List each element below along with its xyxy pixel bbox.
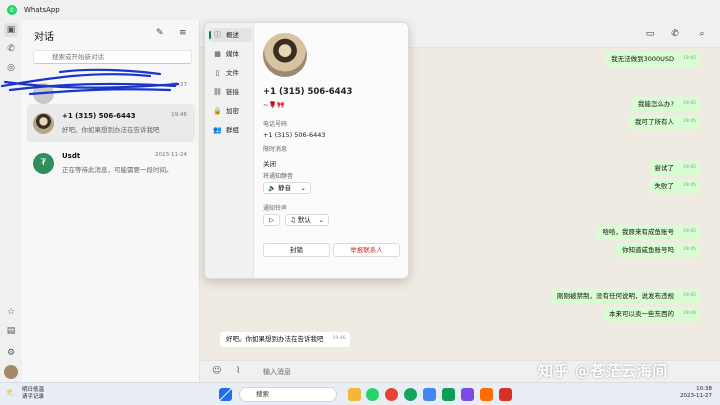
- group-icon: 👥: [213, 126, 222, 134]
- system-clock[interactable]: 10:38 2023-11-27: [680, 386, 712, 400]
- message-bubble-outgoing[interactable]: 刚刚被禁制，没有任何说明，说发布违规 19:45: [551, 289, 700, 304]
- app-icon[interactable]: [423, 388, 436, 401]
- whatsapp-logo-icon: ✆: [7, 5, 17, 15]
- app-icon[interactable]: [404, 388, 417, 401]
- chat-preview: 好吧。你如果想到办法在告诉我吧: [62, 126, 160, 134]
- message-bubble-outgoing[interactable]: 我可了所有人 19:45: [629, 115, 700, 130]
- tab-groups[interactable]: 👥 群组: [209, 123, 252, 137]
- message-bubble-outgoing[interactable]: 尝试了 19:45: [648, 161, 700, 176]
- play-icon: ▷: [269, 216, 274, 224]
- disappearing-value: 关闭: [263, 160, 276, 168]
- report-contact-button[interactable]: 举报联系人: [333, 243, 400, 257]
- chat-time: 2023-11-24: [155, 152, 187, 158]
- usdt-avatar-icon: ₮: [33, 153, 54, 174]
- file-explorer-icon[interactable]: [348, 388, 361, 401]
- app-icon[interactable]: [461, 388, 474, 401]
- taskbar: ⛅ 明日低温 请乎记录 搜索 10:38 2023-11-27: [0, 382, 720, 405]
- message-bubble-outgoing[interactable]: 本来可以卖一些东西的 19:46: [603, 307, 700, 322]
- tab-overview[interactable]: ⓘ 概述: [209, 28, 252, 42]
- chats-icon[interactable]: ▣: [4, 23, 18, 37]
- chat-name: Usdt: [62, 152, 81, 160]
- taskbar-search[interactable]: 搜索: [239, 387, 337, 402]
- tab-files[interactable]: ▯ 文件: [209, 66, 252, 80]
- info-icon: ⓘ: [214, 31, 221, 39]
- calls-icon[interactable]: ✆: [4, 42, 18, 56]
- search-messages-icon[interactable]: ⌕: [695, 27, 709, 41]
- chat-time: 19:46: [171, 112, 187, 118]
- music-icon: ♫: [290, 216, 298, 224]
- chat-list-title: 对话: [34, 32, 54, 43]
- file-icon: ▯: [215, 69, 220, 77]
- mute-dropdown[interactable]: 🔈 静音 ⌄: [263, 182, 311, 194]
- contact-info-panel: ⓘ 概述 ▦ 媒体 ▯ 文件 ⛓ 链接 🔒 加密 👥 群组 +1 (315) 506-644…: [204, 22, 409, 279]
- message-bubble-outgoing[interactable]: 我能怎么办? 19:45: [632, 97, 700, 112]
- app-title: WhatsApp: [24, 6, 60, 14]
- mute-label: 将通知静音: [263, 173, 294, 180]
- redaction-scribble: [0, 68, 180, 96]
- disappearing-label: 限时消息: [263, 146, 288, 153]
- tab-links[interactable]: ⛓ 链接: [209, 85, 252, 99]
- phone-value: +1 (315) 506-6443: [263, 131, 326, 139]
- play-tone-button[interactable]: ▷: [263, 214, 280, 226]
- attach-icon[interactable]: ⌇: [236, 366, 240, 376]
- archive-icon[interactable]: ▤: [4, 324, 18, 338]
- app-icon[interactable]: [442, 388, 455, 401]
- message-bubble-outgoing[interactable]: 你知道咸鱼账号吗 19:45: [616, 243, 700, 258]
- start-icon[interactable]: [219, 388, 232, 401]
- avatar: [33, 113, 54, 134]
- starred-icon[interactable]: ☆: [4, 305, 18, 319]
- tab-media[interactable]: ▦ 媒体: [209, 47, 252, 61]
- chat-item-selected[interactable]: +1 (315) 506-6443 好吧。你如果想到办法在告诉我吧 19:46: [27, 104, 195, 142]
- message-input[interactable]: 输入消息: [263, 367, 291, 377]
- chevron-down-icon: ⌄: [300, 184, 306, 192]
- chat-preview: 正在等待此消息，可能需要一段时间。: [62, 166, 173, 174]
- tone-dropdown[interactable]: ♫ 默认 ⌄: [285, 214, 329, 226]
- zhihu-watermark: 知乎 @苍茫云海间: [538, 362, 668, 380]
- chrome-icon[interactable]: [385, 388, 398, 401]
- message-bubble-outgoing[interactable]: 我无法做到3000USD 19:45: [605, 52, 700, 67]
- settings-icon[interactable]: ⚙: [4, 346, 18, 360]
- link-icon: ⛓: [213, 88, 222, 96]
- tab-encryption[interactable]: 🔒 加密: [209, 104, 252, 118]
- app-icon[interactable]: [480, 388, 493, 401]
- voice-call-icon[interactable]: ✆: [668, 27, 682, 41]
- contact-avatar[interactable]: [263, 33, 307, 77]
- emoji-icon[interactable]: ☺: [212, 366, 221, 376]
- video-call-icon[interactable]: ▭: [643, 27, 657, 41]
- whatsapp-taskbar-icon[interactable]: [366, 388, 379, 401]
- media-icon: ▦: [214, 50, 221, 58]
- message-bubble-incoming[interactable]: 好吧。你如果想到办法在告诉我吧 19:46: [220, 332, 350, 347]
- chat-name: +1 (315) 506-6443: [62, 112, 136, 120]
- title-bar: ✆ WhatsApp: [0, 0, 720, 20]
- tone-label: 通知铃声: [263, 205, 288, 212]
- contact-info-nav: ⓘ 概述 ▦ 媒体 ▯ 文件 ⛓ 链接 🔒 加密 👥 群组: [205, 23, 254, 278]
- message-bubble-outgoing[interactable]: 失败了 19:45: [648, 179, 700, 194]
- speaker-icon: 🔈: [268, 184, 279, 192]
- app-icon[interactable]: [499, 388, 512, 401]
- weather-icon: ⛅: [6, 388, 16, 397]
- chevron-down-icon: ⌄: [318, 216, 324, 224]
- new-chat-icon[interactable]: ✎: [156, 28, 164, 38]
- contact-name: +1 (315) 506-6443: [263, 87, 353, 97]
- contact-about: ~🌹🎀: [263, 101, 285, 109]
- message-bubble-outgoing[interactable]: 哈哈，我原来有成鱼账号 19:45: [596, 225, 700, 240]
- phone-label: 电话号码: [263, 121, 288, 128]
- lock-icon: 🔒: [213, 107, 222, 115]
- profile-avatar[interactable]: [4, 365, 18, 379]
- filter-icon[interactable]: ≡: [179, 28, 187, 38]
- block-button[interactable]: 封锁: [263, 243, 330, 257]
- chat-item[interactable]: ₮ Usdt 正在等待此消息，可能需要一段时间。 2023-11-24: [27, 144, 195, 182]
- weather-widget[interactable]: ⛅ 明日低温 请乎记录: [6, 387, 44, 401]
